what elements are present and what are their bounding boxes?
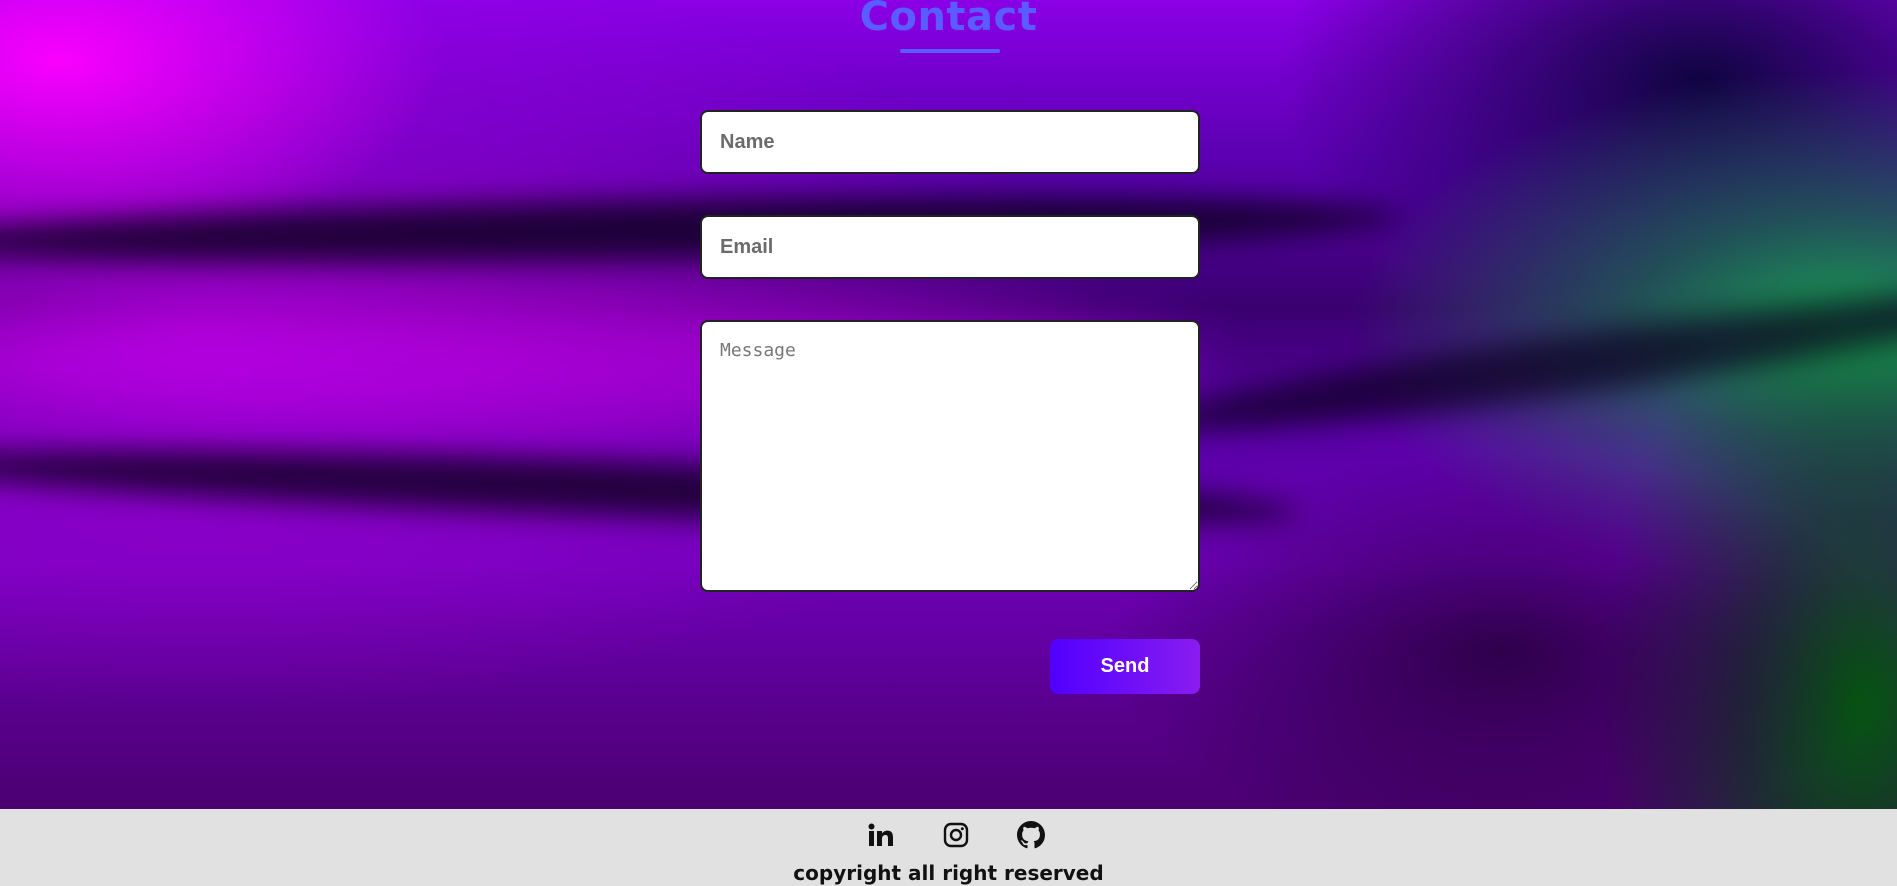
email-input[interactable]: [700, 215, 1200, 279]
title-underline: [900, 49, 1000, 53]
hero-background: Contact Send: [0, 0, 1897, 809]
contact-page: Contact Send copyright all r: [0, 0, 1897, 886]
message-textarea[interactable]: [700, 320, 1200, 592]
instagram-icon: [943, 822, 969, 848]
github-icon: [1017, 821, 1045, 849]
github-link[interactable]: [1015, 819, 1047, 851]
copyright-text: copyright all right reserved: [793, 861, 1104, 885]
linkedin-icon: [868, 823, 893, 846]
page-title: Contact: [859, 0, 1038, 40]
linkedin-link[interactable]: [865, 819, 897, 851]
footer: copyright all right reserved: [0, 809, 1897, 886]
instagram-link[interactable]: [940, 819, 972, 851]
send-button[interactable]: Send: [1050, 639, 1200, 694]
name-input[interactable]: [700, 110, 1200, 174]
